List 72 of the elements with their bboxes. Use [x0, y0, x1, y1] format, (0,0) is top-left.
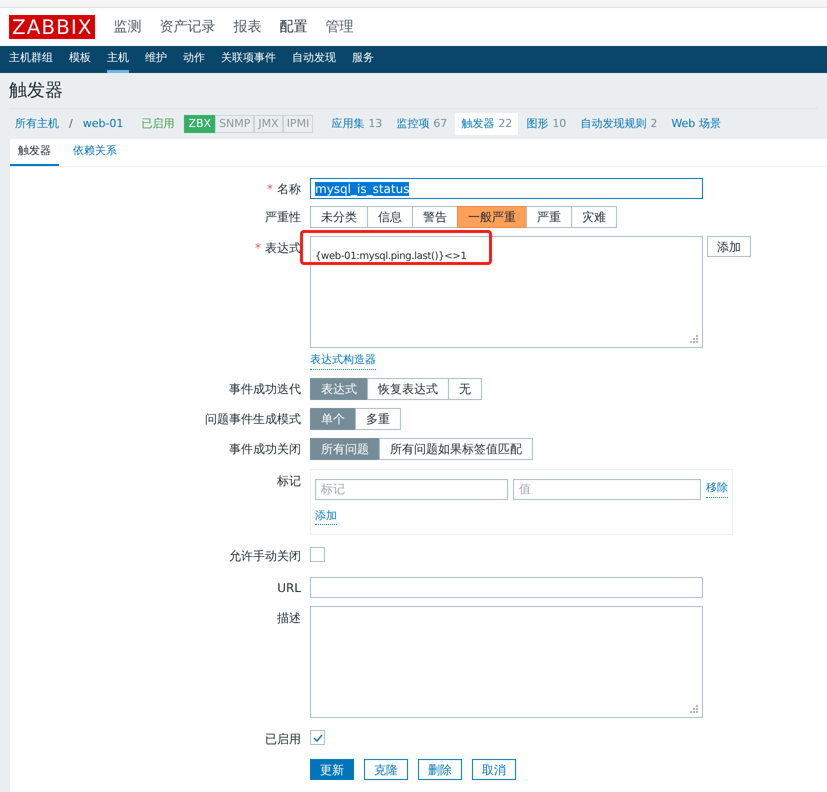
host-nav-link[interactable]: 图形 10 [520, 112, 572, 136]
segment-option[interactable]: 一般严重 [457, 206, 527, 228]
main-menu-item[interactable]: 监测 [113, 16, 142, 38]
url-field[interactable] [310, 577, 703, 598]
breadcrumb-link[interactable]: 所有主机 [15, 116, 59, 132]
segment-option[interactable]: 警告 [412, 206, 458, 228]
sub-menu-item[interactable]: 服务 [352, 46, 374, 73]
field-label: * 名称 [267, 180, 301, 198]
field-label: URL [277, 580, 301, 596]
segment-option[interactable]: 所有问题如果标签值匹配 [379, 438, 533, 460]
page-title: 触发器 [9, 79, 63, 103]
field-label: 允许手动关闭 [229, 548, 301, 565]
expression-text: {web-01:mysql.ping.last()}<>1 [315, 251, 467, 262]
tag-field[interactable]: 标记 [315, 478, 508, 500]
availability-badge: ZBX [184, 114, 216, 134]
checkbox[interactable] [310, 730, 325, 745]
field-label: 问题事件生成模式 [205, 410, 301, 428]
availability-badge: IPMI [282, 114, 314, 134]
availability-badge: SNMP [215, 114, 254, 134]
name-field[interactable]: mysql_is_status [310, 178, 703, 199]
host-status: 已启用 [141, 116, 174, 132]
main-menu-item[interactable]: 配置 [279, 16, 308, 38]
resize-handle-icon[interactable] [690, 335, 699, 344]
host-nav-link[interactable]: 监控项 67 [390, 112, 454, 136]
form-tab[interactable]: 依赖关系 [65, 139, 125, 166]
breadcrumb-link[interactable]: web-01 [82, 116, 124, 132]
logo[interactable]: ZABBIX [9, 15, 96, 39]
main-menu-item[interactable]: 资产记录 [159, 16, 216, 38]
segment-option[interactable]: 灾难 [571, 206, 617, 228]
field-label: 标记 [277, 472, 301, 490]
segment-option[interactable]: 严重 [526, 206, 572, 228]
segment-option[interactable]: 无 [448, 378, 482, 400]
add-tag-link[interactable]: 添加 [315, 508, 337, 525]
field-label: 事件成功迭代 [229, 380, 301, 398]
sub-menu-item[interactable]: 关联项事件 [221, 46, 276, 73]
sub-menu-item[interactable]: 动作 [183, 46, 205, 73]
host-nav-link[interactable]: 应用集 13 [325, 112, 388, 136]
availability-badge: JMX [254, 114, 283, 134]
checkbox[interactable] [310, 547, 325, 562]
sub-menu-item[interactable]: 主机 [107, 46, 129, 73]
sub-menu-item[interactable]: 维护 [145, 46, 167, 73]
main-menu-item[interactable]: 报表 [233, 16, 262, 38]
host-nav-link[interactable]: Web 场景 [665, 112, 727, 136]
sub-menu-item[interactable]: 自动发现 [292, 46, 336, 73]
host-nav-link[interactable]: 自动发现规则 2 [574, 112, 664, 136]
segment-option[interactable]: 信息 [367, 206, 413, 228]
description-field[interactable] [310, 606, 703, 718]
expression-field[interactable]: {web-01:mysql.ping.last()}<>1 [310, 236, 703, 348]
breadcrumb-separator: / [69, 116, 73, 132]
main-menu-item[interactable]: 管理 [325, 16, 354, 38]
form-button[interactable]: 删除 [418, 759, 462, 780]
form-button[interactable]: 更新 [310, 759, 354, 780]
field-label: 事件成功关闭 [229, 440, 301, 458]
field-label: * 表达式 [255, 240, 301, 257]
field-label: 已启用 [265, 731, 301, 748]
segment-option[interactable]: 多重 [355, 408, 401, 430]
checkmark-icon [312, 734, 322, 742]
segment-option[interactable]: 未分类 [310, 206, 368, 228]
expression-builder-link[interactable]: 表达式构造器 [310, 352, 376, 370]
form-button[interactable]: 克隆 [364, 759, 408, 780]
value-field[interactable]: 值 [512, 478, 701, 500]
field-label: 描述 [277, 610, 301, 627]
form-tab[interactable]: 触发器 [10, 139, 59, 166]
remove-link[interactable]: 移除 [706, 480, 728, 498]
segment-option[interactable]: 恢复表达式 [367, 378, 449, 400]
host-nav-link[interactable]: 触发器 22 [455, 112, 518, 136]
add-button[interactable]: 添加 [707, 236, 751, 257]
form-button[interactable]: 取消 [472, 759, 516, 780]
sub-menu-item[interactable]: 主机群组 [9, 46, 53, 73]
field-label: 严重性 [265, 209, 301, 226]
sub-menu-item[interactable]: 模板 [69, 46, 91, 73]
resize-handle-icon[interactable] [690, 705, 699, 714]
